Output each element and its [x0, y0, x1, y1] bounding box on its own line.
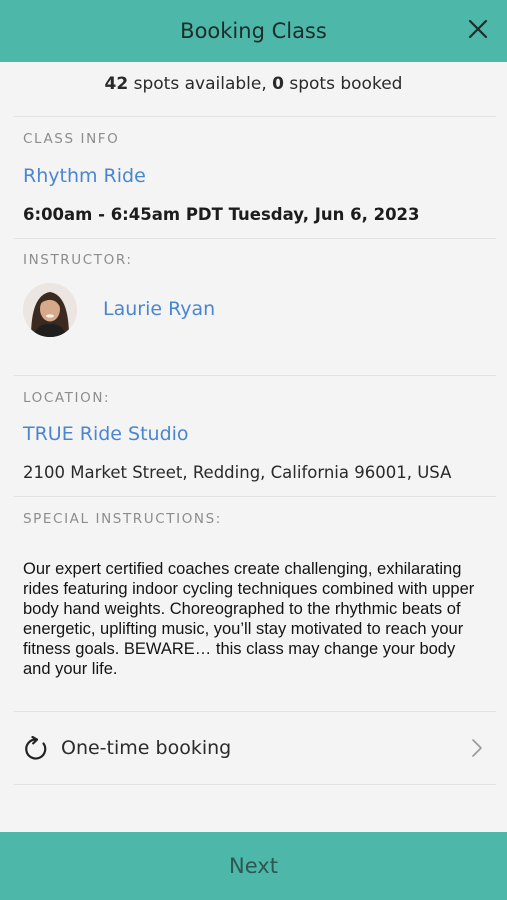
avatar-image	[23, 283, 77, 337]
spots-booked-count: 0	[272, 74, 284, 94]
next-button-label: Next	[229, 854, 278, 878]
instructor-name-link[interactable]: Laurie Ryan	[103, 298, 215, 320]
divider	[14, 496, 496, 497]
refresh-icon	[25, 736, 47, 760]
divider	[14, 784, 496, 785]
close-button[interactable]	[463, 14, 493, 44]
page-title: Booking Class	[180, 19, 327, 43]
chevron-right-icon	[472, 739, 482, 757]
divider	[14, 116, 496, 117]
location-name-link[interactable]: TRUE Ride Studio	[23, 423, 189, 445]
divider	[14, 375, 496, 376]
instructor-avatar[interactable]	[23, 283, 77, 337]
spots-summary: 42 spots available, 0 spots booked	[0, 74, 507, 94]
special-instructions-label: SPECIAL INSTRUCTIONS:	[23, 511, 222, 527]
divider	[14, 238, 496, 239]
special-instructions-text: Our expert certified coaches create chal…	[23, 560, 475, 678]
header-bar: Booking Class	[0, 0, 507, 62]
location-label: LOCATION:	[23, 390, 111, 406]
spots-booked-text: spots booked	[283, 74, 403, 94]
spots-available-text: spots available,	[128, 74, 273, 94]
class-name-link[interactable]: Rhythm Ride	[23, 165, 146, 187]
booking-type-label: One-time booking	[61, 737, 232, 759]
class-datetime: 6:00am - 6:45am PDT Tuesday, Jun 6, 2023	[23, 205, 420, 224]
close-icon	[468, 19, 488, 39]
instructor-label: INSTRUCTOR:	[23, 252, 133, 268]
spots-available-count: 42	[104, 74, 129, 94]
class-info-label: CLASS INFO	[23, 131, 120, 147]
booking-type-row[interactable]: One-time booking	[14, 712, 496, 784]
next-button[interactable]: Next	[0, 832, 507, 900]
location-address: 2100 Market Street, Redding, California …	[23, 463, 452, 482]
